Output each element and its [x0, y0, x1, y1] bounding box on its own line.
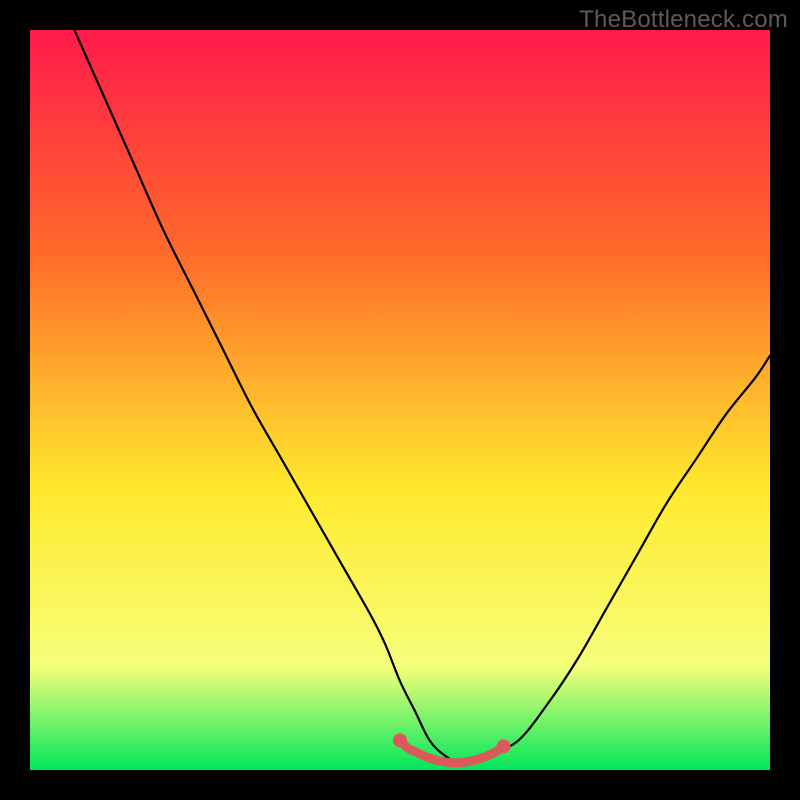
plot-area	[30, 30, 770, 770]
watermark-text: TheBottleneck.com	[579, 6, 788, 34]
gradient-background	[30, 30, 770, 770]
chart-frame: TheBottleneck.com	[0, 0, 800, 800]
optimal-marker-end-dot	[497, 739, 511, 753]
optimal-marker-start-dot	[393, 733, 407, 747]
chart-svg	[30, 30, 770, 770]
